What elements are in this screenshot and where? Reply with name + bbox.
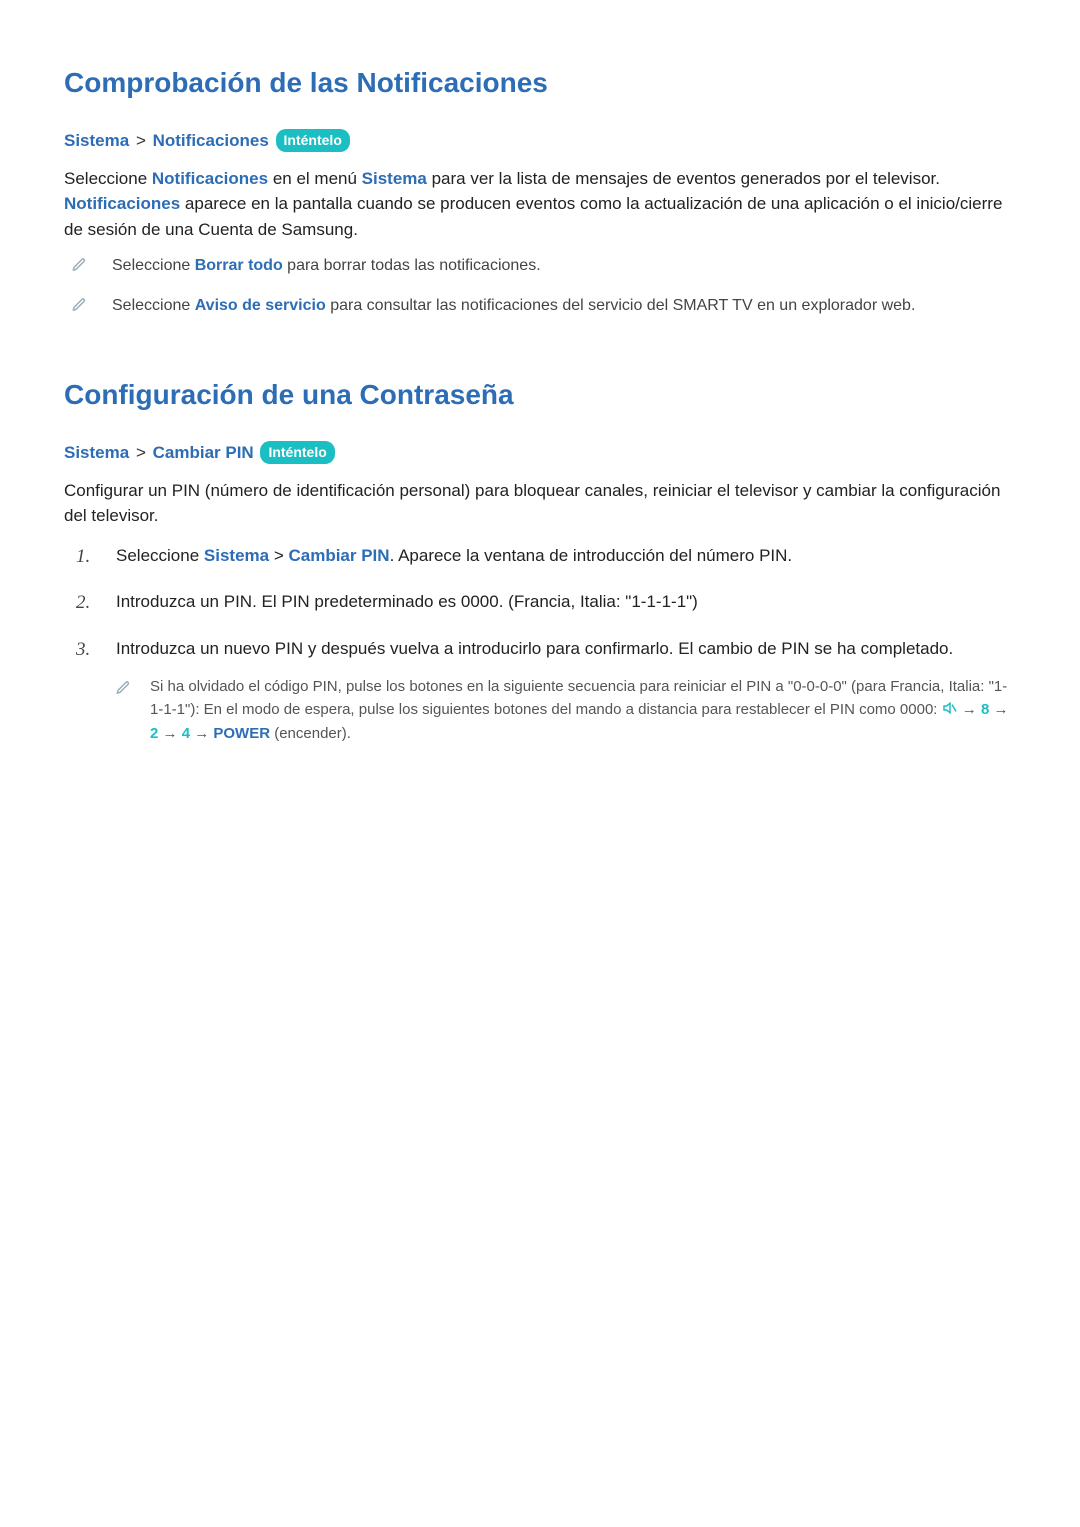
text: en el menú — [268, 169, 362, 188]
breadcrumb: Sistema > Notificaciones Inténtelo — [64, 128, 1016, 154]
note-text: Si ha olvidado el código PIN, pulse los … — [150, 675, 1016, 745]
arrow: → — [190, 725, 213, 742]
term-aviso-servicio: Aviso de servicio — [195, 297, 326, 314]
pencil-icon — [72, 256, 88, 274]
crumb-cambiar-pin: Cambiar PIN — [153, 443, 254, 462]
text: Seleccione — [112, 257, 195, 274]
steps-list: 1. Seleccione Sistema > Cambiar PIN. Apa… — [64, 543, 1016, 745]
arrow: → — [989, 701, 1008, 718]
list-item: Seleccione Borrar todo para borrar todas… — [64, 254, 1016, 278]
text: (encender). — [270, 725, 351, 742]
note-text: Seleccione Aviso de servicio para consul… — [112, 294, 915, 318]
crumb-sep: > — [136, 443, 146, 462]
text: para ver la lista de mensajes de eventos… — [427, 169, 940, 188]
term-sistema: Sistema — [204, 546, 269, 565]
text: para consultar las notificaciones del se… — [326, 297, 916, 314]
text: Seleccione — [116, 546, 204, 565]
step-number: 2. — [76, 589, 96, 618]
term-notificaciones: Notificaciones — [152, 169, 268, 188]
term-notificaciones: Notificaciones — [64, 194, 180, 213]
nested-note: Si ha olvidado el código PIN, pulse los … — [116, 675, 1016, 745]
step-text: Seleccione Sistema > Cambiar PIN. Aparec… — [116, 543, 1016, 569]
crumb-notificaciones: Notificaciones — [153, 131, 269, 150]
note-text: Seleccione Borrar todo para borrar todas… — [112, 254, 541, 278]
try-it-pill[interactable]: Inténtelo — [276, 129, 350, 152]
arrow: → — [158, 725, 181, 742]
section-paragraph: Configurar un PIN (número de identificac… — [64, 478, 1016, 529]
try-it-pill[interactable]: Inténtelo — [260, 441, 334, 464]
list-item: 2. Introduzca un PIN. El PIN predetermin… — [76, 589, 1016, 618]
section-title: Configuración de una Contraseña — [64, 374, 1016, 416]
term-sistema: Sistema — [362, 169, 427, 188]
section-title: Comprobación de las Notificaciones — [64, 62, 1016, 104]
pencil-icon — [116, 677, 132, 695]
text: para borrar todas las notificaciones. — [283, 257, 541, 274]
section-notifications: Comprobación de las Notificaciones Siste… — [64, 62, 1016, 318]
breadcrumb: Sistema > Cambiar PIN Inténtelo — [64, 440, 1016, 466]
section-paragraph: Seleccione Notificaciones en el menú Sis… — [64, 166, 1016, 243]
crumb-sistema: Sistema — [64, 131, 129, 150]
text: Seleccione — [112, 297, 195, 314]
mute-icon — [942, 700, 958, 714]
step-number: 3. — [76, 636, 96, 665]
crumb-sep: > — [136, 131, 146, 150]
pencil-icon — [72, 296, 88, 314]
text: Introduzca un nuevo PIN y después vuelva… — [116, 639, 953, 658]
arrow: → — [958, 701, 981, 718]
term-borrar-todo: Borrar todo — [195, 257, 283, 274]
list-item: Seleccione Aviso de servicio para consul… — [64, 294, 1016, 318]
term-cambiar-pin: Cambiar PIN — [288, 546, 389, 565]
section-password: Configuración de una Contraseña Sistema … — [64, 374, 1016, 745]
text: . Aparece la ventana de introducción del… — [390, 546, 793, 565]
key-4: 4 — [182, 725, 190, 742]
step-text: Introduzca un nuevo PIN y después vuelva… — [116, 636, 1016, 745]
step-text: Introduzca un PIN. El PIN predeterminado… — [116, 589, 1016, 615]
text: Seleccione — [64, 169, 152, 188]
text: > — [269, 546, 288, 565]
list-item: 1. Seleccione Sistema > Cambiar PIN. Apa… — [76, 543, 1016, 572]
step-number: 1. — [76, 543, 96, 572]
list-item: 3. Introduzca un nuevo PIN y después vue… — [76, 636, 1016, 745]
crumb-sistema: Sistema — [64, 443, 129, 462]
note-list: Seleccione Borrar todo para borrar todas… — [64, 254, 1016, 318]
text: aparece en la pantalla cuando se produce… — [64, 194, 1002, 239]
text: Si ha olvidado el código PIN, pulse los … — [150, 678, 1007, 718]
key-power: POWER — [213, 725, 270, 742]
